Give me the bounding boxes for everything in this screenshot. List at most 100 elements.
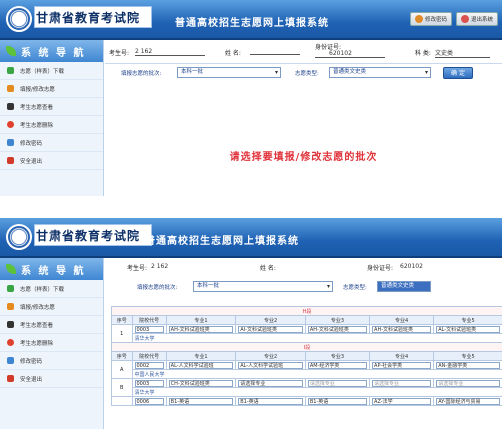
major-select[interactable]: AL-文科试验班类: [436, 325, 500, 333]
school-code-input[interactable]: 0006: [134, 397, 164, 405]
sidebar-item-edit[interactable]: 填报/修改志愿: [0, 80, 103, 98]
major-select[interactable]: AH-文科试验班类: [372, 325, 432, 333]
batch-label: 填报志愿的批次:: [121, 71, 162, 77]
sidebar-item-delete[interactable]: 考生志愿删除: [0, 334, 103, 352]
lock-icon: [7, 357, 14, 364]
school-code-input[interactable]: 0003: [134, 325, 164, 333]
confirm-button[interactable]: 确 定: [443, 67, 473, 79]
col-header: 专业5: [433, 315, 502, 325]
leaf-icon: [6, 264, 16, 274]
batch-select[interactable]: 本科一批 ▾: [177, 67, 281, 78]
binoculars-icon: [7, 321, 14, 328]
type-select-value: 普通类文史类: [381, 283, 415, 289]
school-name: 清华大学: [131, 333, 502, 343]
logout-link[interactable]: 退出系统: [455, 12, 498, 26]
col-header: 院校代号: [131, 315, 167, 325]
sidebar-item-label: 修改密码: [20, 140, 43, 147]
col-header: 专业3: [304, 351, 371, 361]
chevron-down-icon: ▾: [326, 283, 330, 290]
major-select[interactable]: B1-英语: [307, 397, 368, 405]
sidebar-item-password[interactable]: 修改密码: [0, 352, 103, 370]
batch-select[interactable]: 本科一批 ▾: [193, 281, 333, 292]
major-select[interactable]: AL-人文科学试验班: [168, 361, 234, 369]
logo-emblem-icon: [6, 6, 32, 32]
sidebar: 系 统 导 航 志愿（样表）下载 填报/修改志愿 考生志愿查看 考生志愿删除 修…: [0, 40, 104, 196]
sidebar-item-view[interactable]: 考生志愿查看: [0, 316, 103, 334]
row-no: 1: [111, 324, 133, 343]
edit-icon: [7, 85, 14, 92]
row-no: A: [111, 360, 133, 379]
sidebar-title: 系 统 导 航: [0, 258, 103, 280]
sidebar-item-view[interactable]: 考生志愿查看: [0, 98, 103, 116]
separator: [0, 196, 502, 218]
top-links: 修改密码 退出系统: [409, 12, 498, 26]
major-select[interactable]: AH-文科试验班类: [307, 325, 368, 333]
col-header: 专业5: [433, 351, 502, 361]
exam-no-value: 2 162: [135, 48, 205, 56]
top-banner: 甘肃省教育考试院 普通高校招生志愿网上填报系统 修改密码 退出系统: [0, 0, 502, 40]
major-select[interactable]: B1-英语: [168, 397, 234, 405]
col-header: 序号: [111, 351, 133, 361]
screen-fill-form: 甘肃省教育考试院 普通高校招生志愿网上填报系统 系 统 导 航 志愿（样表）下载…: [0, 218, 502, 429]
sidebar-item-delete[interactable]: 考生志愿删除: [0, 116, 103, 134]
major-select[interactable]: AN-金融学类: [436, 361, 500, 369]
major-select[interactable]: AH-文科试验班类: [168, 325, 234, 333]
major-select[interactable]: 请选择专业: [372, 379, 432, 387]
id-label: 身份证号:: [367, 265, 394, 272]
batch-select-value: 本科一批: [181, 69, 204, 75]
major-select[interactable]: AY-国际经济与贸易: [436, 397, 500, 405]
sidebar-item-download[interactable]: 志愿（样表）下载: [0, 280, 103, 298]
major-select[interactable]: 请选择专业: [238, 379, 303, 387]
segment-i-label: I段: [111, 342, 502, 352]
logo-text: 甘肃省教育考试院: [36, 229, 141, 243]
screen-batch-select: 甘肃省教育考试院 普通高校招生志愿网上填报系统 修改密码 退出系统 系 统 导 …: [0, 0, 502, 196]
major-select[interactable]: AZ-法学: [372, 397, 432, 405]
name-value: [250, 48, 300, 55]
sidebar-item-edit[interactable]: 填报/修改志愿: [0, 298, 103, 316]
table-row: 清华大学: [112, 387, 502, 397]
main-panel: 考生号: 2 162 姓 名: 身份证号: 620102 科 类: 文史类 填报…: [105, 40, 502, 196]
table-row: A 0002 AL-人文科学试验班 AL-人文科学试验班 AM-经济学类 AP-…: [111, 360, 502, 379]
sidebar-item-label: 修改密码: [20, 358, 43, 365]
student-info: 考生号: 2 162 姓 名: 身份证号: 620102 科 类: 文史类: [105, 40, 502, 64]
sidebar-item-label: 志愿（样表）下载: [20, 68, 65, 75]
batch-label: 填报志愿的批次:: [137, 285, 178, 291]
row-no: B: [111, 378, 133, 397]
school-code-input[interactable]: 0002: [134, 361, 164, 369]
table-row: B 0003 CH-文科试验班类 请选择专业 请选择专业 请选择专业 请选择专业: [111, 378, 502, 397]
major-select[interactable]: 请选择专业: [307, 379, 368, 387]
major-select[interactable]: 请选择专业: [436, 379, 500, 387]
sidebar-item-logout[interactable]: 安全退出: [0, 152, 103, 170]
change-password-link[interactable]: 修改密码: [409, 12, 452, 26]
sidebar-item-logout[interactable]: 安全退出: [0, 370, 103, 388]
col-header: 专业1: [165, 351, 237, 361]
id-value: 620102: [315, 50, 385, 58]
sidebar-item-download[interactable]: 志愿（样表）下载: [0, 62, 103, 80]
major-select[interactable]: AP-社会学类: [372, 361, 432, 369]
table-row: 清华大学: [112, 333, 502, 343]
id-value: 620102: [400, 263, 423, 270]
major-select[interactable]: B1-英语: [238, 397, 303, 405]
sidebar-item-label: 填报/修改志愿: [20, 86, 55, 93]
sidebar-title-text: 系 统 导 航: [21, 265, 86, 277]
top-banner: 甘肃省教育考试院 普通高校招生志愿网上填报系统: [0, 218, 502, 258]
sidebar-title-text: 系 统 导 航: [21, 47, 86, 59]
binoculars-icon: [7, 103, 14, 110]
exam-no-label: 考生号:: [109, 50, 130, 57]
type-select[interactable]: 普通类文史类: [377, 281, 431, 292]
sidebar-item-label: 安全退出: [20, 376, 43, 383]
edit-icon: [7, 303, 14, 310]
major-select[interactable]: AM-经济学类: [307, 361, 368, 369]
sidebar-item-password[interactable]: 修改密码: [0, 134, 103, 152]
major-select[interactable]: AI-文科试验班类: [238, 325, 303, 333]
sidebar-item-label: 考生志愿查看: [20, 322, 54, 329]
type-select-value: 普通类文史类: [333, 69, 367, 75]
major-select[interactable]: AL-人文科学试验班: [238, 361, 303, 369]
type-select[interactable]: 普通类文史类 ▾: [329, 67, 431, 78]
school-name: 清华大学: [131, 387, 502, 397]
school-code-input[interactable]: 0003: [134, 379, 164, 387]
major-select[interactable]: CH-文科试验班类: [168, 379, 234, 387]
main-panel: 考生号: 2 162 姓 名: 身份证号: 620102 填报志愿的批次: 本科…: [105, 258, 502, 429]
system-title: 普通高校招生志愿网上填报系统: [175, 18, 329, 29]
batch-selector-bar: 填报志愿的批次: 本科一批 ▾ 志愿类型: 普通类文史类 ▾ 确 定: [105, 64, 502, 82]
